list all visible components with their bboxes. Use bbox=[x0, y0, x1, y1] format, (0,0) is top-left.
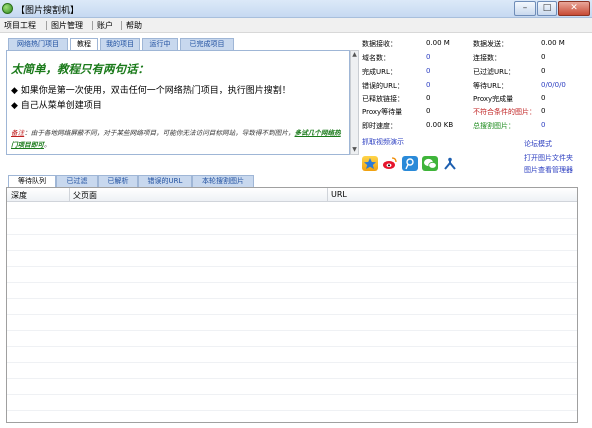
waiting-label: 等待URL： bbox=[473, 82, 508, 90]
tutorial-note: 备注：由于各地网络屏蔽不同，对于某些网络项目，可能你无法访问目标网站，导致得不到… bbox=[11, 127, 345, 151]
menu-project[interactable]: 项目工程 bbox=[4, 20, 36, 31]
row-gridline bbox=[7, 314, 577, 315]
tab-waiting-queue[interactable]: 等待队列 bbox=[8, 175, 56, 187]
minimize-button[interactable]: – bbox=[514, 1, 536, 16]
column-separator[interactable] bbox=[69, 188, 70, 202]
qzone-icon[interactable] bbox=[362, 156, 378, 171]
tab-completed[interactable]: 已完成项目 bbox=[180, 38, 234, 50]
row-gridline bbox=[7, 282, 577, 283]
wechat-icon[interactable] bbox=[422, 156, 438, 171]
title-bar: 【图片搜割机】 – □ ✕ bbox=[0, 0, 592, 18]
proxy-wait-label: Proxy等待量 bbox=[362, 108, 403, 116]
error-url-value: 0 bbox=[426, 81, 431, 89]
note-text: ：由于各地网络屏蔽不同，对于某些网络项目，可能你无法访问目标网站，导致得不到图片… bbox=[24, 129, 295, 137]
tutorial-scrollbar[interactable]: ▲ ▼ bbox=[350, 50, 359, 155]
filtered-url-value: 0 bbox=[541, 67, 546, 75]
tab-filtered[interactable]: 已过滤 bbox=[56, 175, 98, 187]
scroll-up-icon[interactable]: ▲ bbox=[351, 51, 358, 59]
domains-label: 域名数： bbox=[362, 54, 390, 62]
column-parent-page[interactable]: 父页面 bbox=[73, 190, 97, 201]
menu-image-manage[interactable]: 图片管理 bbox=[51, 20, 83, 31]
renren-icon[interactable] bbox=[442, 156, 458, 171]
row-gridline bbox=[7, 234, 577, 235]
unmatched-label: 不符合条件的图片： bbox=[473, 108, 536, 116]
row-gridline bbox=[7, 330, 577, 331]
image-viewer-link[interactable]: 图片查看管理器 bbox=[524, 165, 573, 175]
close-button[interactable]: ✕ bbox=[558, 1, 590, 16]
tab-round-images[interactable]: 本轮搜割图片 bbox=[192, 175, 254, 187]
data-recv-label: 数据接收： bbox=[362, 40, 397, 48]
note-label: 备注 bbox=[11, 129, 25, 137]
total-img-value: 0 bbox=[541, 121, 546, 129]
column-separator[interactable] bbox=[327, 188, 328, 202]
menu-separator bbox=[46, 21, 47, 30]
proxy-wait-value: 0 bbox=[426, 107, 431, 115]
tab-my-projects[interactable]: 我的项目 bbox=[100, 38, 140, 50]
tab-error-url[interactable]: 错误的URL bbox=[138, 175, 192, 187]
open-folder-link[interactable]: 打开图片文件夹 bbox=[524, 153, 573, 163]
filtered-url-label: 已过滤URL： bbox=[473, 68, 515, 76]
menu-separator bbox=[92, 21, 93, 30]
done-url-label: 完成URL： bbox=[362, 68, 397, 76]
links-label: 连接数： bbox=[473, 54, 501, 62]
tab-parsed[interactable]: 已解析 bbox=[98, 175, 138, 187]
released-value: 0 bbox=[426, 94, 431, 102]
released-label: 已释放链接： bbox=[362, 95, 404, 103]
tutorial-step-2: ◆ 自己从菜单创建项目 bbox=[11, 101, 102, 111]
maximize-button[interactable]: □ bbox=[537, 1, 557, 16]
window-title: 【图片搜割机】 bbox=[16, 6, 80, 16]
data-send-label: 数据发送： bbox=[473, 40, 508, 48]
proxy-done-value: 0 bbox=[541, 94, 546, 102]
row-gridline bbox=[7, 266, 577, 267]
menu-help[interactable]: 帮助 bbox=[126, 20, 142, 31]
tab-running[interactable]: 运行中 bbox=[142, 38, 178, 50]
speed-value: 0.00 KB bbox=[426, 121, 454, 129]
speed-label: 即时速度： bbox=[362, 122, 397, 130]
column-url[interactable]: URL bbox=[331, 190, 347, 199]
menu-bar: 项目工程 图片管理 账户 帮助 bbox=[0, 18, 592, 33]
row-gridline bbox=[7, 362, 577, 363]
tutorial-panel: 太简单，教程只有两句话： ◆ 如果你是第一次使用，双击任何一个网络热门项目，执行… bbox=[6, 50, 350, 155]
domains-value: 0 bbox=[426, 53, 431, 61]
app-icon bbox=[2, 3, 13, 14]
links-value: 0 bbox=[541, 53, 546, 61]
weibo-icon[interactable] bbox=[382, 156, 398, 171]
forum-mode-link[interactable]: 论坛模式 bbox=[524, 139, 552, 149]
row-gridline bbox=[7, 298, 577, 299]
proxy-done-label: Proxy完成量 bbox=[473, 95, 514, 103]
tutorial-step-1: ◆ 如果你是第一次使用，双击任何一个网络热门项目，执行图片搜割！ bbox=[11, 86, 291, 96]
tab-hot-projects[interactable]: 网络热门项目 bbox=[8, 38, 68, 50]
total-img-label: 总搜割图片： bbox=[473, 122, 515, 130]
row-gridline bbox=[7, 250, 577, 251]
menu-account[interactable]: 账户 bbox=[97, 20, 113, 31]
row-gridline bbox=[7, 394, 577, 395]
row-gridline bbox=[7, 378, 577, 379]
done-url-value: 0 bbox=[426, 67, 431, 75]
menu-separator bbox=[121, 21, 122, 30]
waiting-value: 0/0/0/0 bbox=[541, 81, 566, 89]
tencent-weibo-icon[interactable] bbox=[402, 156, 418, 171]
queue-list[interactable]: 深度 父页面 URL bbox=[6, 187, 578, 423]
data-send-value: 0.00 M bbox=[541, 39, 565, 47]
unmatched-value: 0 bbox=[541, 107, 546, 115]
row-gridline bbox=[7, 346, 577, 347]
scroll-down-icon[interactable]: ▼ bbox=[351, 146, 358, 154]
error-url-label: 错误的URL： bbox=[362, 82, 404, 90]
row-gridline bbox=[7, 218, 577, 219]
note-end: 。 bbox=[43, 141, 51, 149]
tutorial-title: 太简单，教程只有两句话： bbox=[11, 62, 149, 76]
data-recv-value: 0.00 M bbox=[426, 39, 450, 47]
column-depth[interactable]: 深度 bbox=[11, 190, 27, 201]
list-header: 深度 父页面 URL bbox=[7, 188, 577, 202]
row-gridline bbox=[7, 410, 577, 411]
grab-video-link[interactable]: 抓取视频演示 bbox=[362, 137, 404, 147]
